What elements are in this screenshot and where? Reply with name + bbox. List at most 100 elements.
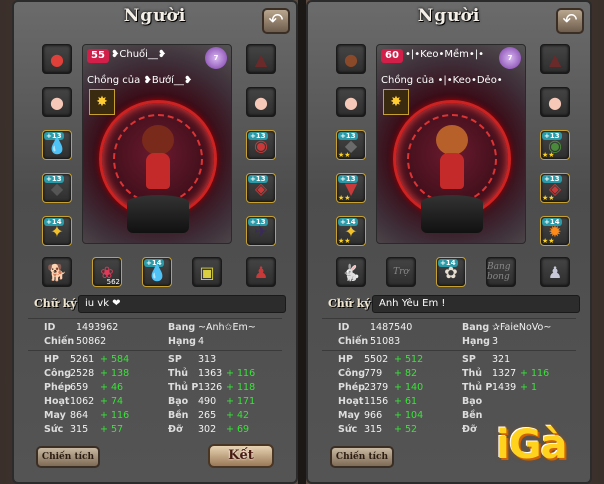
- equip-slot-4[interactable]: +13 ◉: [246, 130, 276, 160]
- emblem-icon[interactable]: ✸: [89, 89, 115, 115]
- chien-row: Chiến 51083: [338, 336, 401, 347]
- weapon-icon: ✦: [50, 221, 64, 241]
- equip-slot-head[interactable]: ●: [246, 87, 276, 117]
- stat-row: Phép659 + 46: [44, 382, 124, 393]
- head-icon: ●: [254, 92, 268, 112]
- item-slot-2[interactable]: +14 ✿: [436, 257, 466, 287]
- emblem-icon[interactable]: ✸: [383, 89, 409, 115]
- stat-row: Công2528 + 138: [44, 368, 130, 379]
- stat-row: Phép2379 + 140: [338, 382, 424, 393]
- rabbit-icon: 🐇: [341, 262, 361, 282]
- item-slot-doll[interactable]: ♟: [540, 257, 570, 287]
- stat-row: Hoạt1062 + 74: [44, 396, 124, 407]
- equip-slot-2[interactable]: +13 ◆: [42, 173, 72, 203]
- pet-icon: 🐕: [47, 262, 67, 282]
- stat-row: Hoạt1156 + 61: [338, 396, 418, 407]
- back-button[interactable]: ↶: [262, 8, 290, 34]
- level-badge: 60: [381, 49, 403, 63]
- signature-label: Chữ ký: [328, 297, 371, 310]
- equip-slot-6[interactable]: +13 ✈: [246, 216, 276, 246]
- equip-slot-face[interactable]: ●: [42, 87, 72, 117]
- stat-row: SP 313: [168, 354, 217, 365]
- divider: [28, 350, 282, 351]
- back-arrow-icon: ↶: [562, 10, 578, 31]
- equip-slot-2[interactable]: +13 ▼ ★★: [336, 173, 366, 203]
- spouse-label: Chồng của •|•Keo•Dẻo•: [381, 75, 503, 86]
- logo-text: iGà: [496, 422, 568, 468]
- ring-icon: ◉: [254, 135, 268, 155]
- stat-row: Thủ P1439 + 1: [462, 382, 538, 393]
- equip-slot-3[interactable]: +14 ✦ ★★: [336, 216, 366, 246]
- hat-icon: ▲: [548, 49, 562, 69]
- stat-row: HP 5502 + 512: [338, 354, 424, 365]
- profile-panel-right: Người ↶ ● ● +13 ◆ ★★ +13 ▼ ★★ +14 ✦ ★★ ▲ ● +13…: [306, 0, 592, 484]
- item-slot-count[interactable]: ❀ 562: [92, 257, 122, 287]
- item-slot-doll[interactable]: ♟: [246, 257, 276, 287]
- equip-slot-1[interactable]: +13 💧: [42, 130, 72, 160]
- equip-slot-6[interactable]: +14 ✹ ★★: [540, 216, 570, 246]
- vip-badge: 7: [205, 47, 227, 69]
- pet-slot[interactable]: 🐇: [336, 257, 366, 287]
- equip-slot-4[interactable]: +13 ◉ ★★: [540, 130, 570, 160]
- face-icon: ●: [50, 92, 64, 112]
- panel-divider: [298, 0, 306, 484]
- stat-row: HP 5261 + 584: [44, 354, 130, 365]
- head-icon: ●: [548, 92, 562, 112]
- stat-row: May 864 + 116: [44, 410, 130, 421]
- item-count: 562: [106, 278, 120, 286]
- player-name: •|•Keo•Mềm•|•: [405, 49, 485, 60]
- equip-slot-hat[interactable]: ▲: [246, 44, 276, 74]
- stat-row: Bạo: [462, 396, 483, 407]
- panel-title: Người: [123, 6, 187, 26]
- pet-slot[interactable]: 🐕: [42, 257, 72, 287]
- stat-row: Thủ P1326 + 118: [168, 382, 256, 393]
- stat-row: Sức 315 + 52: [338, 424, 418, 435]
- slot-tro[interactable]: Trợ: [386, 257, 416, 287]
- panel-title: Người: [417, 6, 481, 26]
- equip-slot-head[interactable]: ●: [540, 87, 570, 117]
- item-slot-tv[interactable]: ▣: [192, 257, 222, 287]
- slot-bang-bong[interactable]: Bang bong: [486, 257, 516, 287]
- id-row: ID 1487540: [338, 322, 413, 333]
- signature-field[interactable]: iu vk ❤: [78, 295, 286, 313]
- add-friend-button[interactable]: Kết: [208, 444, 274, 468]
- shield-icon: ◈: [254, 178, 268, 198]
- game-screen: Người ↶ ● ● +13 💧 +13 ◆ +14 ✦ ▲ ● +13 ◉ +13 ◈…: [0, 0, 604, 484]
- divider: [322, 318, 576, 319]
- stat-row: SP 321: [462, 354, 511, 365]
- achievements-button[interactable]: Chiến tích: [330, 446, 394, 468]
- pet-icon: ✿: [444, 262, 458, 282]
- stat-row: Thủ 1327 + 116: [462, 368, 550, 379]
- equip-slot-5[interactable]: +13 ◈: [246, 173, 276, 203]
- signature-label: Chữ ký: [34, 297, 77, 310]
- stat-row: Bền 265 + 42: [168, 410, 250, 421]
- equip-slot-3[interactable]: +14 ✦: [42, 216, 72, 246]
- equip-slot-5[interactable]: +13 ◈ ★★: [540, 173, 570, 203]
- stat-row: Thủ 1363 + 116: [168, 368, 256, 379]
- hang-row: Hạng 3: [462, 336, 499, 347]
- equip-slot-hat[interactable]: ▲: [540, 44, 570, 74]
- tv-icon: ▣: [199, 262, 215, 282]
- equip-slot-1[interactable]: +13 ◆ ★★: [336, 130, 366, 160]
- stat-row: Sức 315 + 57: [44, 424, 124, 435]
- item-slot-2[interactable]: +14 💧: [142, 257, 172, 287]
- id-row: ID 1493962: [44, 322, 119, 333]
- hang-row: Hạng 4: [168, 336, 205, 347]
- bang-row: Bang ✰FaieNoVo~: [462, 322, 552, 333]
- igà-logo: iGà: [476, 412, 584, 476]
- hair-icon: ●: [344, 49, 358, 69]
- equip-slot-hair[interactable]: ●: [42, 44, 72, 74]
- character-avatar: [138, 125, 178, 205]
- signature-field[interactable]: Anh Yêu Em !: [372, 295, 580, 313]
- achievements-button[interactable]: Chiến tích: [36, 446, 100, 468]
- drop-icon: 💧: [47, 135, 67, 155]
- character-avatar: [432, 125, 472, 205]
- back-button[interactable]: ↶: [556, 8, 584, 34]
- drop-icon: 💧: [147, 262, 167, 282]
- equip-slot-face[interactable]: ●: [336, 87, 366, 117]
- character-portrait: 55 ❥Chuối__❥ 7 Chồng của ❥Bướí__❥ ✸: [82, 44, 232, 244]
- hat-icon: ▲: [254, 49, 268, 69]
- face-icon: ●: [344, 92, 358, 112]
- equip-slot-hair[interactable]: ●: [336, 44, 366, 74]
- stat-row: May 966 + 104: [338, 410, 424, 421]
